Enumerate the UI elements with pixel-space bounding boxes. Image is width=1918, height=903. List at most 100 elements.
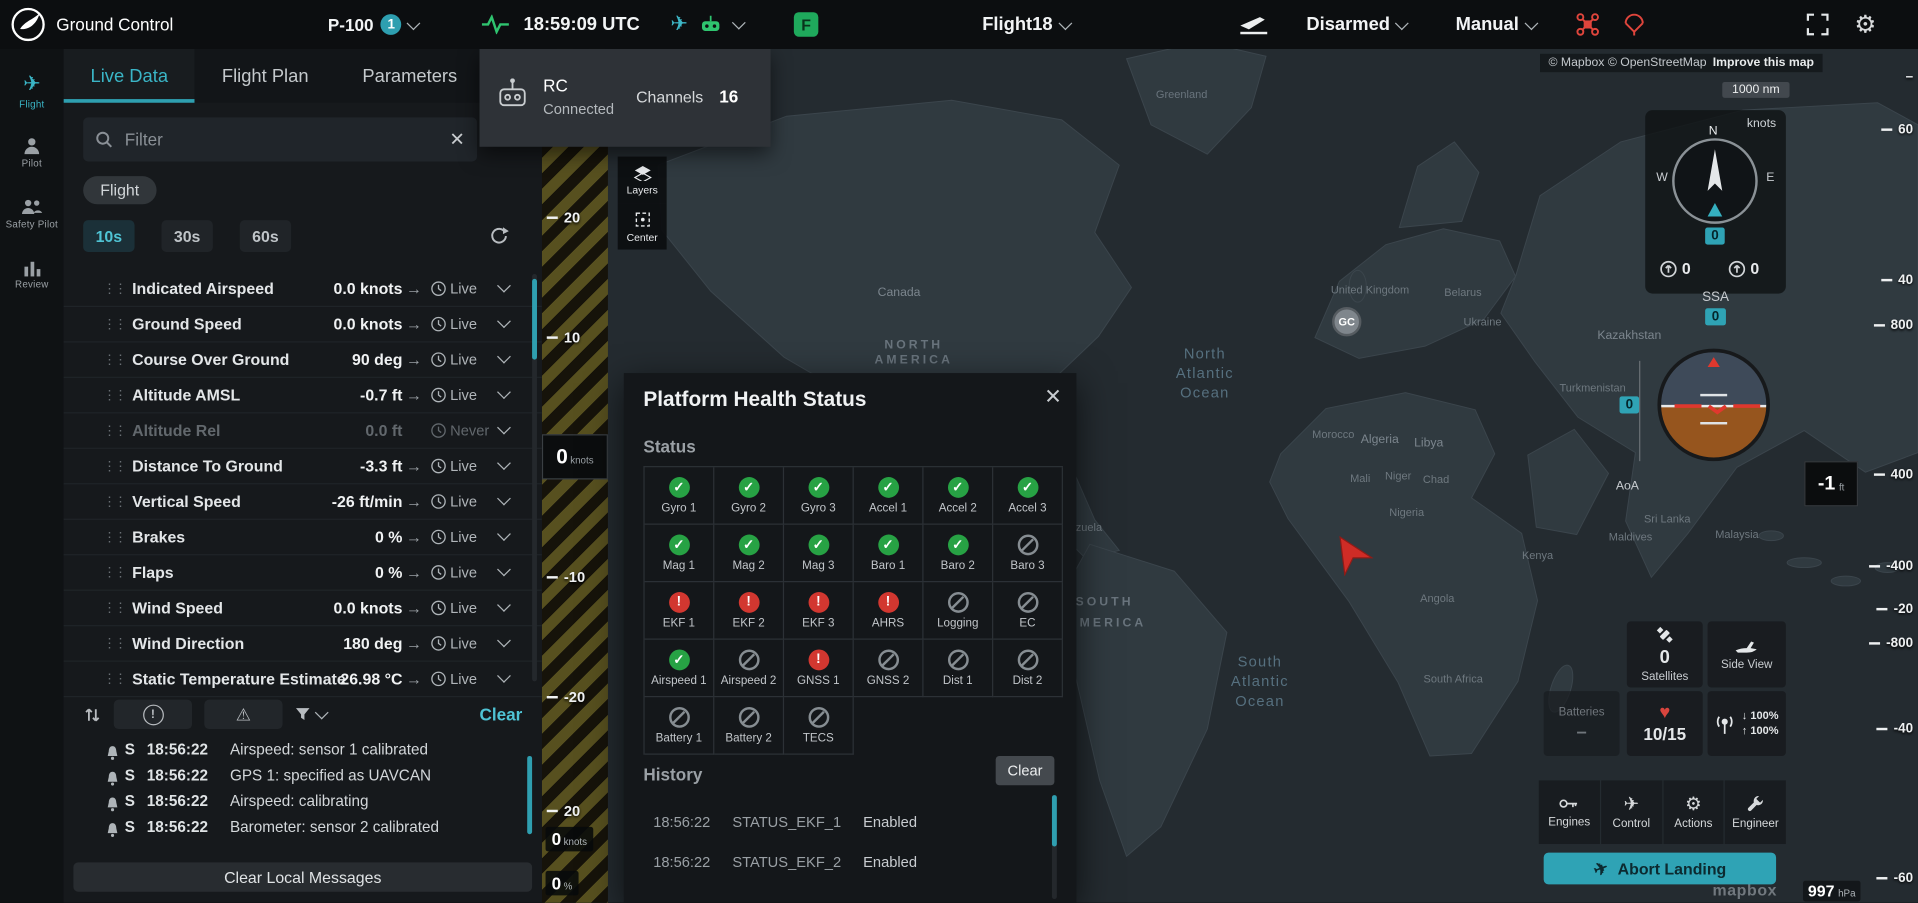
health-cell[interactable]: Dist 2	[993, 640, 1063, 697]
filter-search-box[interactable]: ✕	[83, 117, 477, 161]
health-cell[interactable]: Airspeed 2	[714, 640, 784, 697]
telemetry-row[interactable]: Wind Speed 0.0 knots Live	[64, 591, 542, 626]
drag-handle-icon[interactable]	[103, 387, 125, 403]
chevron-down-icon[interactable]	[497, 492, 511, 506]
telemetry-row[interactable]: Indicated Airspeed 0.0 knots Live	[64, 272, 542, 307]
chevron-down-icon[interactable]	[497, 314, 511, 328]
batteries-panel[interactable]: Batteries –	[1544, 691, 1620, 756]
vehicle-selector[interactable]: P-100 1	[328, 14, 419, 35]
health-cell[interactable]: EKF 2	[714, 582, 784, 639]
drag-handle-icon[interactable]	[103, 316, 125, 332]
fullscreen-button[interactable]	[1805, 12, 1829, 36]
drag-handle-icon[interactable]	[103, 671, 125, 687]
health-cell[interactable]: Mag 1	[645, 525, 715, 582]
health-cell[interactable]: AHRS	[854, 582, 924, 639]
telemetry-row[interactable]: Flaps 0 % Live	[64, 555, 542, 590]
health-cell[interactable]: Accel 3	[993, 467, 1063, 524]
telemetry-row[interactable]: Altitude AMSL -0.7 ft Live	[64, 378, 542, 413]
health-cell[interactable]: TECS	[784, 697, 854, 754]
health-cell[interactable]: Baro 3	[993, 525, 1063, 582]
drag-handle-icon[interactable]	[103, 494, 125, 510]
message-row[interactable]: S 18:56:22 Barometer: sensor 2 calibrate…	[64, 818, 542, 844]
health-cell[interactable]: Battery 2	[714, 697, 784, 754]
health-cell[interactable]: EKF 1	[645, 582, 715, 639]
telemetry-row[interactable]: Ground Speed 0.0 knots Live	[64, 307, 542, 342]
chevron-down-icon[interactable]	[497, 598, 511, 612]
flight-mode-dropdown[interactable]: Manual	[1456, 14, 1536, 35]
chevron-down-icon[interactable]	[497, 385, 511, 399]
abort-landing-button[interactable]: ✈ Abort Landing	[1544, 853, 1776, 885]
chevron-down-icon[interactable]	[497, 456, 511, 470]
sidebar-item-safety-pilot[interactable]: Safety Pilot	[0, 183, 64, 244]
warning-filter-button[interactable]	[204, 700, 282, 729]
health-cell[interactable]: Baro 2	[924, 525, 994, 582]
chevron-down-icon[interactable]	[497, 279, 511, 293]
actions-button[interactable]: ⚙ Actions	[1663, 780, 1724, 844]
drag-handle-icon[interactable]	[103, 281, 125, 297]
telemetry-row[interactable]: Static Temperature Estimate 26.98 °C Liv…	[64, 662, 542, 697]
history-clear-button[interactable]: Clear	[996, 756, 1055, 785]
tab-flight-plan[interactable]: Flight Plan	[195, 49, 336, 103]
filter-input[interactable]	[122, 128, 439, 150]
telemetry-row[interactable]: Distance To Ground -3.3 ft Live	[64, 449, 542, 484]
clear-messages-button[interactable]: Clear	[479, 705, 522, 725]
error-filter-button[interactable]	[114, 700, 192, 729]
layers-button[interactable]: Layers	[618, 157, 667, 203]
message-row[interactable]: S 18:56:22 Airspeed: sensor 1 calibrated	[64, 741, 542, 767]
range-10s-button[interactable]: 10s	[83, 220, 134, 252]
engines-button[interactable]: Engines	[1539, 780, 1600, 844]
engineer-button[interactable]: Engineer	[1725, 780, 1786, 844]
link-quality-button[interactable]: ♥ 10/15	[1627, 691, 1703, 756]
arm-state-dropdown[interactable]: Disarmed	[1306, 14, 1407, 35]
flight-selector[interactable]: Flight18	[982, 14, 1069, 35]
chevron-down-icon[interactable]	[497, 350, 511, 364]
telemetry-row[interactable]: Wind Direction 180 deg Live	[64, 626, 542, 661]
clear-filter-icon[interactable]: ✕	[449, 130, 464, 148]
health-cell[interactable]: Accel 2	[924, 467, 994, 524]
range-30s-button[interactable]: 30s	[161, 220, 212, 252]
link-status-dropdown[interactable]: ✈	[670, 12, 744, 36]
health-cell[interactable]: Dist 1	[924, 640, 994, 697]
sidebar-item-pilot[interactable]: Pilot	[0, 122, 64, 183]
geofence-badge[interactable]: F	[794, 12, 818, 36]
telemetry-row[interactable]: Brakes 0 % Live	[64, 520, 542, 555]
filter-chip-flight[interactable]: Flight	[83, 176, 156, 204]
health-cell[interactable]: GNSS 2	[854, 640, 924, 697]
clear-local-messages-button[interactable]: Clear Local Messages	[73, 862, 532, 891]
app-logo-icon[interactable]	[10, 6, 47, 43]
drag-handle-icon[interactable]	[103, 458, 125, 474]
sidebar-item-review[interactable]: Review	[0, 245, 64, 306]
health-cell[interactable]: GNSS 1	[784, 640, 854, 697]
health-cell[interactable]: Gyro 1	[645, 467, 715, 524]
drone-alert-button[interactable]	[1575, 12, 1599, 36]
drag-handle-icon[interactable]	[103, 423, 125, 439]
telemetry-row[interactable]: Vertical Speed -26 ft/min Live	[64, 484, 542, 519]
telemetry-row[interactable]: Altitude Rel 0.0 ft Never	[64, 413, 542, 448]
health-cell[interactable]: Gyro 2	[714, 467, 784, 524]
list-scrollbar-thumb[interactable]	[532, 279, 537, 360]
history-scrollbar-thumb[interactable]	[1052, 795, 1057, 846]
messages-scrollbar-thumb[interactable]	[527, 756, 532, 834]
improve-map-link[interactable]: Improve this map	[1713, 56, 1814, 69]
sort-icon[interactable]	[83, 705, 101, 723]
flight-termination-button[interactable]	[1622, 12, 1646, 36]
health-cell[interactable]: Accel 1	[854, 467, 924, 524]
settings-gear-icon[interactable]: ⚙	[1854, 9, 1876, 40]
telemetry-row[interactable]: Course Over Ground 90 deg Live	[64, 342, 542, 377]
signal-button[interactable]: ↓ 100% ↑ 100%	[1708, 691, 1786, 756]
chevron-down-icon[interactable]	[497, 563, 511, 577]
chevron-down-icon[interactable]	[497, 669, 511, 683]
drag-handle-icon[interactable]	[103, 635, 125, 651]
control-button[interactable]: ✈ Control	[1601, 780, 1662, 844]
health-cell[interactable]: Logging	[924, 582, 994, 639]
ground-control-marker[interactable]: GC	[1332, 307, 1361, 336]
sidebar-item-flight[interactable]: ✈ Flight	[0, 61, 64, 122]
tab-live-data[interactable]: Live Data	[64, 49, 195, 103]
center-button[interactable]: Center	[618, 203, 667, 249]
map-attribution[interactable]: © Mapbox © OpenStreetMap Improve this ma…	[1540, 54, 1823, 72]
message-row[interactable]: S 18:56:22 Airspeed: calibrating	[64, 793, 542, 819]
health-cell[interactable]: Gyro 3	[784, 467, 854, 524]
satellites-button[interactable]: 0 Satellites	[1627, 621, 1703, 687]
range-60s-button[interactable]: 60s	[240, 220, 291, 252]
tab-parameters[interactable]: Parameters	[335, 49, 484, 103]
